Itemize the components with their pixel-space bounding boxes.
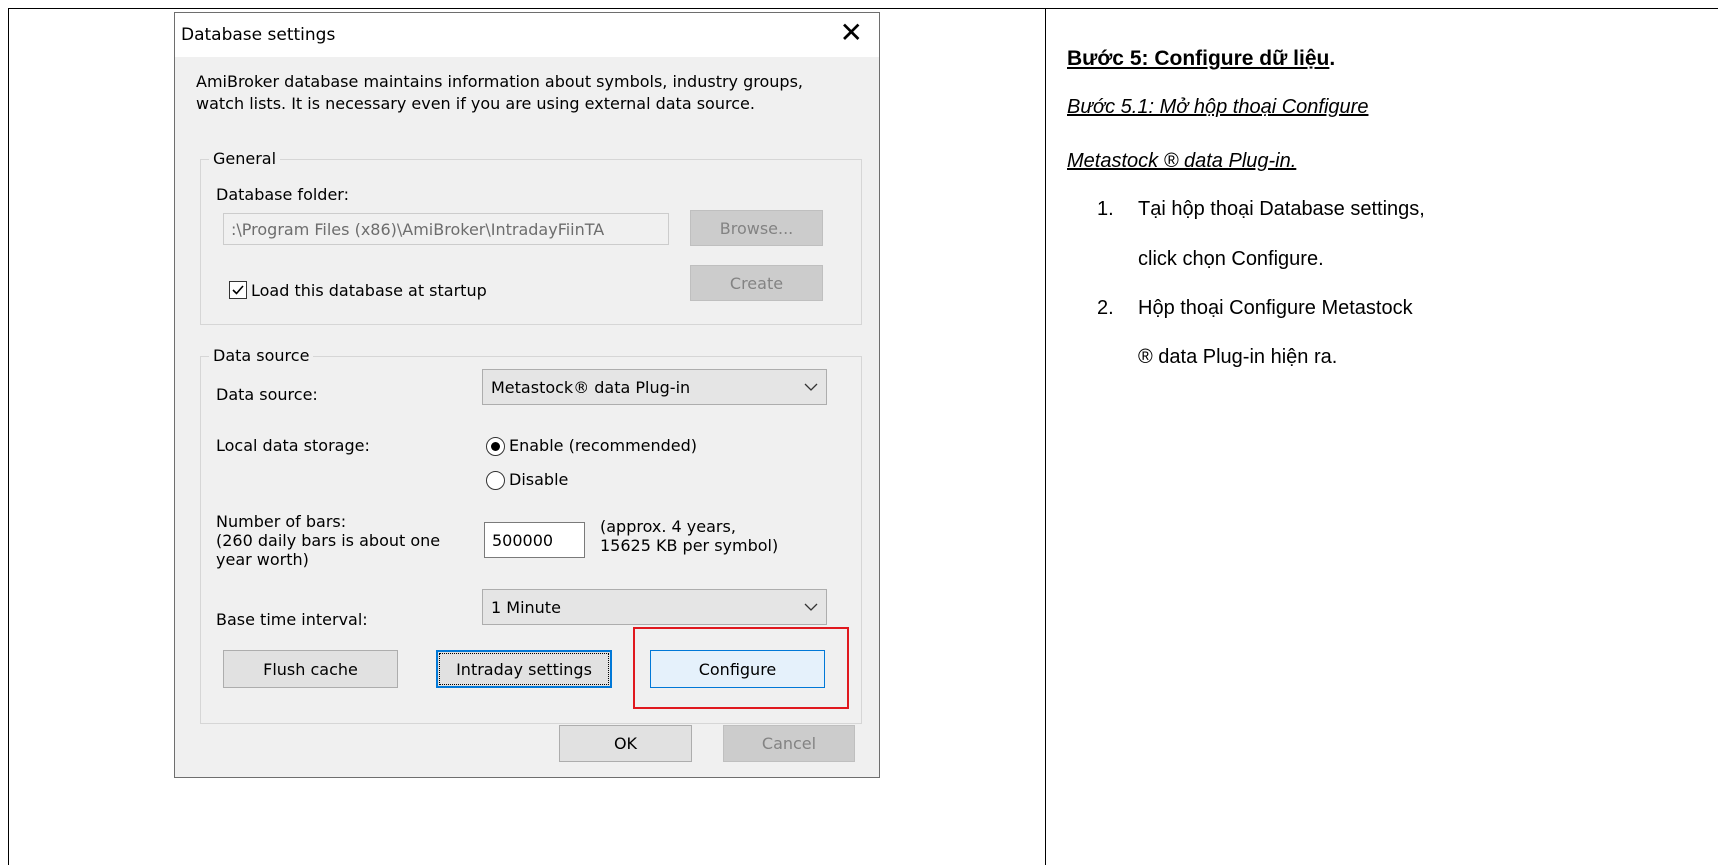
list-item-text: Hộp thoại Configure Metastock: [1138, 297, 1413, 319]
intro-line-2: watch lists. It is necessary even if you…: [196, 94, 755, 113]
disable-radio-label: Disable: [509, 470, 569, 489]
radio-selected-dot: [491, 442, 500, 451]
base-interval-label: Base time interval:: [216, 610, 368, 629]
bars-note-line-2: 15625 KB per symbol): [600, 536, 779, 555]
table-column-divider: [1045, 8, 1046, 865]
list-item-number: 2.: [1097, 297, 1114, 319]
configure-highlight-box: [633, 627, 849, 709]
data-source-legend: Data source: [209, 346, 314, 365]
data-source-select-value: Metastock® data Plug-in: [491, 377, 691, 397]
data-source-select[interactable]: Metastock® data Plug-in: [482, 369, 827, 405]
step-title: Bước 5: Configure dữ liệu.: [1067, 47, 1335, 71]
flush-cache-button[interactable]: Flush cache: [223, 650, 398, 688]
chevron-down-icon: [804, 603, 818, 611]
substep-line-2: Metastock ® data Plug-in.: [1067, 150, 1297, 172]
data-source-label: Data source:: [216, 385, 318, 404]
bars-approx-note: (approx. 4 years, 15625 KB per symbol): [600, 517, 778, 555]
intro-line-1: AmiBroker database maintains information…: [196, 72, 803, 91]
list-item-text: Tại hộp thoại Database settings,: [1138, 198, 1425, 220]
load-at-startup-checkbox[interactable]: [229, 281, 247, 299]
general-legend: General: [209, 149, 281, 168]
bars-note-line-1: (approx. 4 years,: [600, 517, 736, 536]
base-interval-select[interactable]: 1 Minute: [482, 589, 827, 625]
chevron-down-icon: [804, 383, 818, 391]
substep-line-1: Bước 5.1: Mở hộp thoại Configure: [1067, 96, 1369, 118]
disable-radio[interactable]: [486, 471, 505, 490]
browse-button[interactable]: Browse...: [690, 210, 823, 246]
bars-label-line-2: (260 daily bars is about one: [216, 531, 441, 550]
ok-button[interactable]: OK: [559, 725, 692, 762]
bars-label-line-3: year worth): [216, 550, 309, 569]
create-button[interactable]: Create: [690, 265, 823, 301]
check-icon: [232, 285, 244, 295]
local-storage-label: Local data storage:: [216, 436, 370, 455]
cancel-button[interactable]: Cancel: [723, 725, 855, 762]
intraday-settings-button[interactable]: Intraday settings: [436, 650, 612, 688]
dialog-intro-text: AmiBroker database maintains information…: [196, 71, 876, 115]
base-interval-select-value: 1 Minute: [491, 597, 561, 617]
database-folder-label: Database folder:: [216, 185, 349, 204]
step-title-text: Bước 5: Configure dữ liệu: [1067, 47, 1330, 70]
bars-label-line-1: Number of bars:: [216, 512, 347, 531]
dialog-title: Database settings: [181, 25, 336, 45]
number-of-bars-label: Number of bars: (260 daily bars is about…: [216, 512, 440, 569]
load-at-startup-label: Load this database at startup: [251, 281, 487, 300]
list-item-number: 1.: [1097, 198, 1114, 220]
enable-radio[interactable]: [486, 437, 505, 456]
list-item-text: click chọn Configure.: [1138, 248, 1324, 270]
list-item-text: ® data Plug-in hiện ra.: [1138, 346, 1338, 368]
number-of-bars-input[interactable]: 500000: [484, 522, 585, 558]
dialog-titlebar: Database settings ✕: [175, 13, 879, 57]
step-title-suffix: .: [1329, 47, 1336, 70]
close-icon[interactable]: ✕: [840, 19, 863, 47]
database-folder-field[interactable]: :\Program Files (x86)\AmiBroker\Intraday…: [223, 213, 669, 245]
enable-radio-label: Enable (recommended): [509, 436, 698, 455]
